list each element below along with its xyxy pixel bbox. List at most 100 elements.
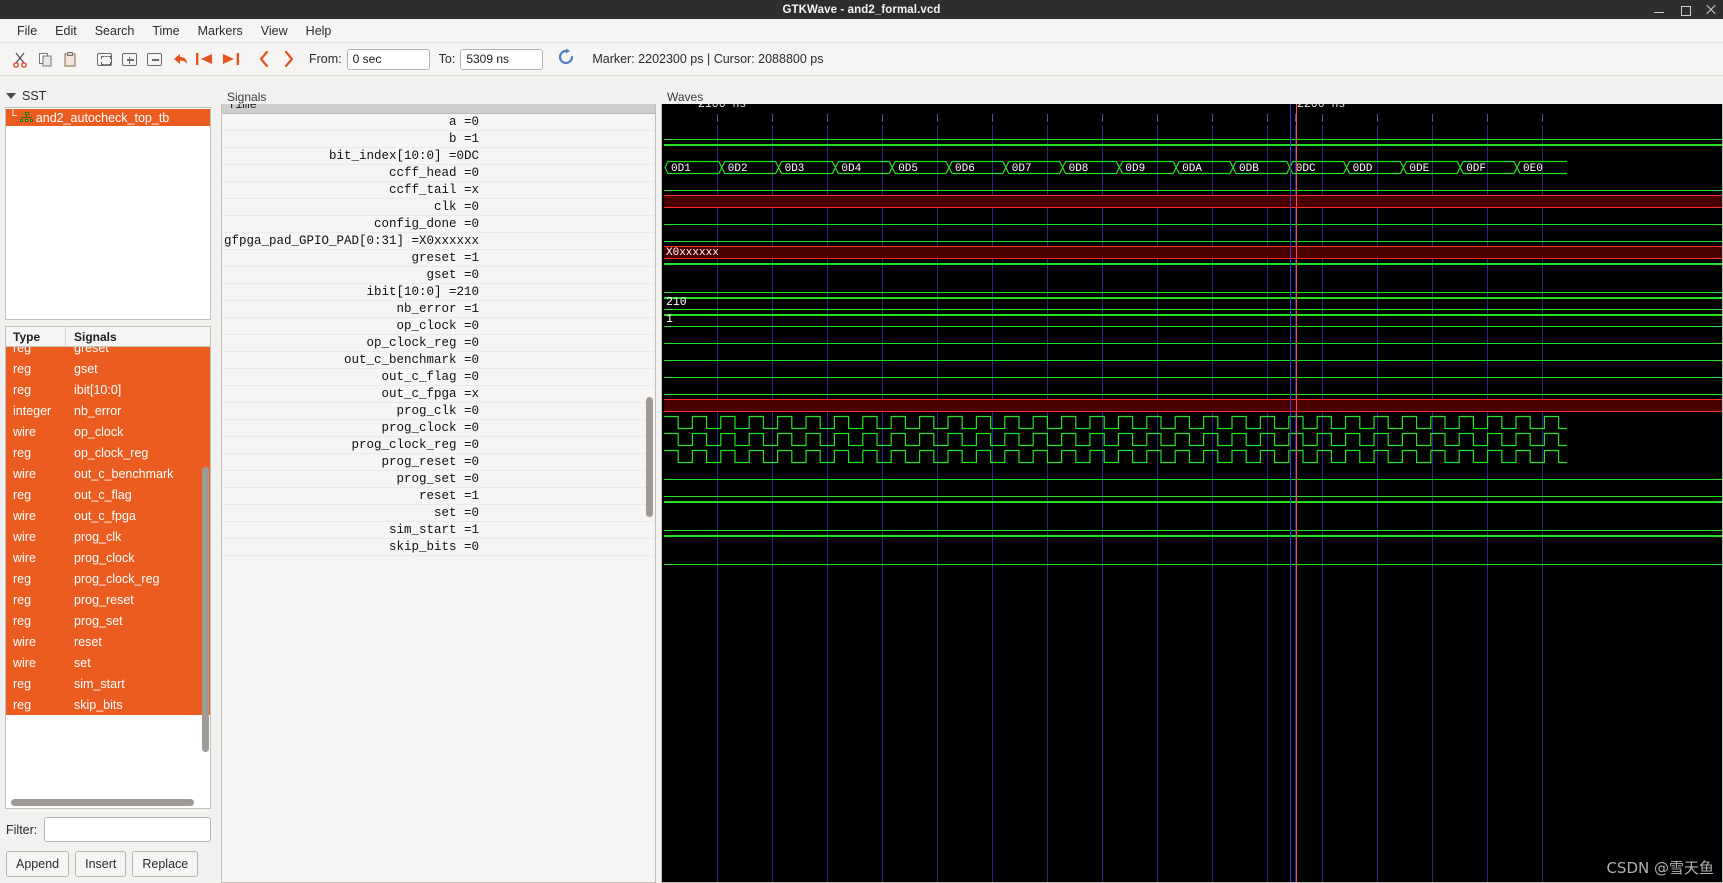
signal-entry[interactable]: prog_clock =0 (222, 420, 655, 437)
table-row[interactable]: reg greset (6, 347, 210, 358)
replace-button[interactable]: Replace (132, 851, 199, 877)
signal-table-rows[interactable]: reg greset reg gset reg ibit[10:0] integer nb_e… (6, 347, 210, 808)
paste-icon[interactable] (58, 47, 83, 72)
signal-entry[interactable]: op_clock_reg =0 (222, 335, 655, 352)
zoom-fit-icon[interactable] (92, 47, 117, 72)
signal-entry[interactable]: out_c_fpga =x (222, 386, 655, 403)
waveform-row[interactable] (662, 329, 1722, 346)
waveform-row[interactable] (662, 414, 1722, 431)
table-row[interactable]: reg skip_bits (6, 694, 210, 715)
table-row[interactable]: wire prog_clock (6, 547, 210, 568)
waveform-row[interactable] (662, 363, 1722, 380)
signal-entry[interactable]: out_c_flag =0 (222, 369, 655, 386)
waveform-row[interactable]: 1 (662, 312, 1722, 329)
table-row[interactable]: reg ibit[10:0] (6, 379, 210, 400)
waveform-row[interactable] (662, 397, 1722, 414)
signal-entry[interactable]: gset =0 (222, 267, 655, 284)
to-input[interactable] (460, 48, 544, 70)
waveform-row[interactable] (662, 380, 1722, 397)
menu-markers[interactable]: Markers (189, 22, 252, 40)
menu-file[interactable]: File (8, 22, 46, 40)
signal-entry[interactable]: op_clock =0 (222, 318, 655, 335)
signal-entry[interactable]: reset =1 (222, 488, 655, 505)
waveform-row[interactable]: 0D1 0D2 0D3 0D4 0D5 0D6 0D7 0D8 0D9 0DA 0DB 0DC 0DD 0… (662, 159, 1722, 176)
table-row[interactable]: reg op_clock_reg (6, 442, 210, 463)
signal-entry[interactable]: prog_clock_reg =0 (222, 437, 655, 454)
signal-entry[interactable]: prog_set =0 (222, 471, 655, 488)
signal-entry[interactable]: ccff_tail =x (222, 182, 655, 199)
signal-entry[interactable]: out_c_benchmark =0 (222, 352, 655, 369)
waveform-row[interactable] (662, 193, 1722, 210)
waveform-row[interactable] (662, 499, 1722, 516)
goto-end-icon[interactable] (217, 47, 242, 72)
signal-entry[interactable]: b =1 (222, 131, 655, 148)
signal-entry[interactable]: bit_index[10:0] =0DC (222, 148, 655, 165)
menu-edit[interactable]: Edit (46, 22, 86, 40)
waveform-row[interactable] (662, 516, 1722, 533)
menu-search[interactable]: Search (86, 22, 144, 40)
signal-entry[interactable]: gfpga_pad_GPIO_PAD[0:31] =X0xxxxxx (222, 233, 655, 250)
waveform-row[interactable]: X0xxxxxx (662, 244, 1722, 261)
cut-icon[interactable] (8, 47, 33, 72)
next-edge-icon[interactable] (276, 47, 301, 72)
signal-entry[interactable]: prog_reset =0 (222, 454, 655, 471)
table-row[interactable]: wire prog_clk (6, 526, 210, 547)
sst-tree[interactable]: └ and2_autocheck_top_tb (5, 107, 211, 320)
menu-help[interactable]: Help (297, 22, 341, 40)
chevron-down-icon[interactable] (6, 92, 16, 99)
wave-canvas[interactable]: 0D1 0D2 0D3 0D4 0D5 0D6 0D7 0D8 0D9 0DA 0DB 0DC 0DD 0… (662, 125, 1722, 882)
signal-entry[interactable]: prog_clk =0 (222, 403, 655, 420)
table-row[interactable]: wire reset (6, 631, 210, 652)
signal-entry[interactable]: ibit[10:0] =210 (222, 284, 655, 301)
signal-entry[interactable]: config_done =0 (222, 216, 655, 233)
maximize-icon[interactable] (1679, 4, 1691, 16)
table-row[interactable]: reg out_c_flag (6, 484, 210, 505)
signal-entry[interactable]: nb_error =1 (222, 301, 655, 318)
waveform-row[interactable] (662, 261, 1722, 278)
zoom-in-icon[interactable] (117, 47, 142, 72)
waveform-row[interactable]: 210 (662, 295, 1722, 312)
waveform-row[interactable] (662, 210, 1722, 227)
cursor-line[interactable] (1296, 97, 1297, 882)
signal-entry[interactable]: set =0 (222, 505, 655, 522)
signal-table-vscrollbar[interactable] (202, 467, 209, 752)
sst-tree-item[interactable]: └ and2_autocheck_top_tb (6, 109, 210, 126)
zoom-out-icon[interactable] (142, 47, 167, 72)
signals-list[interactable]: a =0 b =1 bit_index[10:0] =0DC ccff_head =0… (222, 114, 655, 556)
waveform-row[interactable] (662, 125, 1722, 142)
waveform-row[interactable] (662, 278, 1722, 295)
table-row[interactable]: reg prog_clock_reg (6, 568, 210, 589)
marker-line[interactable] (1290, 97, 1291, 882)
waveform-row[interactable] (662, 176, 1722, 193)
menu-time[interactable]: Time (143, 22, 188, 40)
signal-entry[interactable]: sim_start =1 (222, 522, 655, 539)
waveform-row[interactable] (662, 227, 1722, 244)
filter-input[interactable] (44, 817, 212, 842)
table-row[interactable]: reg gset (6, 358, 210, 379)
table-row[interactable]: wire out_c_fpga (6, 505, 210, 526)
close-icon[interactable] (1705, 4, 1717, 16)
waveform-row[interactable] (662, 550, 1722, 567)
signal-entry[interactable]: skip_bits =0 (222, 539, 655, 556)
goto-start-icon[interactable] (192, 47, 217, 72)
waveform-row[interactable] (662, 482, 1722, 499)
waveform-row[interactable] (662, 346, 1722, 363)
append-button[interactable]: Append (6, 851, 70, 877)
waveform-row[interactable] (662, 533, 1722, 550)
copy-icon[interactable] (33, 47, 58, 72)
signal-entry[interactable]: ccff_head =0 (222, 165, 655, 182)
waveform-row[interactable] (662, 465, 1722, 482)
waveform-row[interactable] (662, 431, 1722, 448)
minimize-icon[interactable] (1653, 4, 1665, 16)
table-row[interactable]: wire set (6, 652, 210, 673)
table-row[interactable]: wire op_clock (6, 421, 210, 442)
waveform-row[interactable] (662, 142, 1722, 159)
from-input[interactable] (346, 48, 430, 70)
insert-button[interactable]: Insert (75, 851, 127, 877)
signal-table-hscrollbar[interactable] (11, 799, 194, 806)
table-row[interactable]: reg prog_reset (6, 589, 210, 610)
table-row[interactable]: integer nb_error (6, 400, 210, 421)
table-row[interactable]: reg prog_set (6, 610, 210, 631)
waves-frame[interactable]: 2100 ns 2200 ns 0D1 0D2 0D3 0D4 0D5 0D6 0D7 0D8 0… (661, 96, 1723, 883)
signal-entry[interactable]: greset =1 (222, 250, 655, 267)
